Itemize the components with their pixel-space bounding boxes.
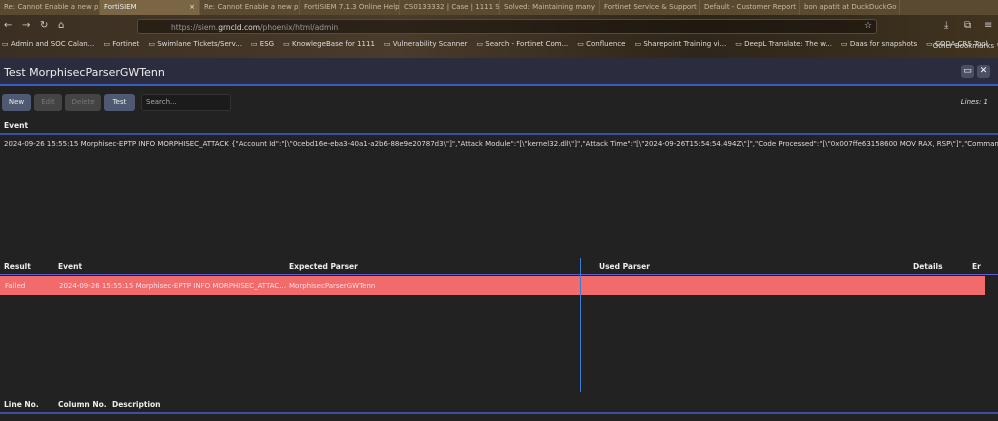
close-tab-icon[interactable]: × (189, 3, 195, 12)
col-column-no[interactable]: Column No. (58, 400, 107, 409)
tab-label: CS0133332 | Case | 1111 S (404, 3, 500, 11)
event-header: Event (4, 121, 29, 130)
url-domain: grncld.com (218, 23, 261, 32)
home-icon[interactable]: ⌂ (58, 20, 64, 31)
test-button[interactable]: Test (104, 94, 135, 111)
col-details[interactable]: Details (913, 262, 943, 271)
tab-label: bon apatit at DuckDuckGo (804, 3, 897, 11)
browser-tab[interactable]: bon apatit at DuckDuckGo× (800, 0, 900, 15)
back-icon[interactable]: ← (4, 20, 12, 31)
tab-label: Re: Cannot Enable a new p (4, 3, 99, 11)
browser-tab[interactable]: Default - Customer Report× (700, 0, 800, 15)
other-bookmarks[interactable]: Other Bookmarks (933, 42, 994, 50)
dialog-title: Test MorphisecParserGWTenn (4, 66, 165, 79)
col-errors[interactable]: Er (972, 262, 981, 271)
star-icon[interactable]: ☆ (864, 21, 872, 31)
bookmark-item[interactable]: Sharepoint Training vi... (634, 40, 726, 56)
reload-icon[interactable]: ↻ (40, 20, 48, 31)
tab-label: Re: Cannot Enable a new p (204, 3, 299, 11)
col-used-parser[interactable]: Used Parser (599, 262, 650, 271)
bookmark-item[interactable]: Admin and SOC Calan... (2, 40, 95, 56)
bookmark-item[interactable]: Vulnerability Scanner (384, 40, 468, 56)
tab-label: Solved: Maintaining many (504, 3, 596, 11)
menu-icon[interactable]: ≡ (984, 20, 992, 31)
extensions-icon[interactable]: ⧉ (964, 20, 971, 31)
nav-bar: ← → ↻ ⌂ https://siem.grncld.com/phoenix/… (0, 15, 998, 38)
bookmark-item[interactable]: Fortinet (103, 40, 139, 56)
bookmark-item[interactable]: Daas for snapshots (841, 40, 917, 56)
bookmarks-bar: Admin and SOC Calan... Fortinet Swimlane T… (0, 40, 998, 56)
col-event[interactable]: Event (58, 262, 82, 271)
expected-parser-cell: MorphisecParserGWTenn (289, 282, 376, 290)
bookmark-item[interactable]: DeepL Translate: The w... (735, 40, 832, 56)
table-row[interactable]: Failed 2024-09-26 15:55:15 Morphisec-EPT… (0, 276, 985, 295)
line-count: Lines: 1 (960, 98, 988, 106)
browser-tab[interactable]: Solved: Maintaining many× (500, 0, 600, 15)
col-line-no[interactable]: Line No. (4, 400, 39, 409)
browser-tab[interactable]: Re: Cannot Enable a new p× (0, 0, 100, 15)
event-cell: 2024-09-26 15:55:15 Morphisec-EPTP INFO … (59, 282, 286, 290)
browser-tab[interactable]: FortiSIEM × (100, 0, 200, 15)
col-description[interactable]: Description (112, 400, 161, 409)
edit-button[interactable]: Edit (34, 94, 62, 111)
bookmark-item[interactable]: Confluence (577, 40, 625, 56)
divider (0, 274, 998, 275)
browser-tab[interactable]: Re: Cannot Enable a new p× (200, 0, 300, 15)
browser-tab[interactable]: FortiSIEM 7.1.3 Online Help (P× (300, 0, 400, 15)
event-text[interactable]: 2024-09-26 15:55:15 Morphisec-EPTP INFO … (4, 140, 998, 148)
bookmark-item[interactable]: ESG (251, 40, 274, 56)
result-cell: Failed (5, 282, 26, 290)
new-button[interactable]: New (2, 94, 31, 111)
url-path: /phoenix/html/admin (260, 23, 339, 32)
forward-icon[interactable]: → (22, 20, 30, 31)
bookmark-item[interactable]: KnowlegeBase for 1111 (283, 40, 375, 56)
url-bar[interactable]: https://siem.grncld.com/phoenix/html/adm… (137, 19, 877, 34)
browser-chrome: Re: Cannot Enable a new p×FortiSIEM×Re: … (0, 0, 998, 58)
tab-label: FortiSIEM (104, 3, 137, 11)
divider (0, 412, 998, 414)
search-input[interactable]: Search... (141, 94, 231, 111)
close-tab-icon[interactable]: × (900, 3, 901, 12)
maximize-icon[interactable]: ▭ (961, 65, 974, 78)
tab-bar: Re: Cannot Enable a new p×FortiSIEM×Re: … (0, 0, 998, 15)
delete-button[interactable]: Delete (65, 94, 101, 111)
download-icon[interactable]: ⤓ (944, 20, 948, 31)
bookmark-item[interactable]: Swimlane Tickets/Serv... (148, 40, 242, 56)
browser-tab[interactable]: CS0133332 | Case | 1111 S× (400, 0, 500, 15)
col-expected-parser[interactable]: Expected Parser (289, 262, 358, 271)
divider (0, 133, 998, 135)
tab-label: Default - Customer Report (704, 3, 796, 11)
close-icon[interactable]: ✕ (977, 65, 990, 78)
tab-label: FortiSIEM 7.1.3 Online Help (P (304, 3, 400, 11)
tab-label: Fortinet Service & Support (604, 3, 697, 11)
bookmark-item[interactable]: Search - Fortinet Com... (476, 40, 568, 56)
browser-tab[interactable]: Fortinet Service & Support× (600, 0, 700, 15)
dialog-header: Test MorphisecParserGWTenn ▭ ✕ (0, 58, 998, 86)
col-result[interactable]: Result (4, 262, 31, 271)
url-prefix: https://siem. (171, 23, 219, 32)
column-resize-handle[interactable] (580, 258, 581, 392)
